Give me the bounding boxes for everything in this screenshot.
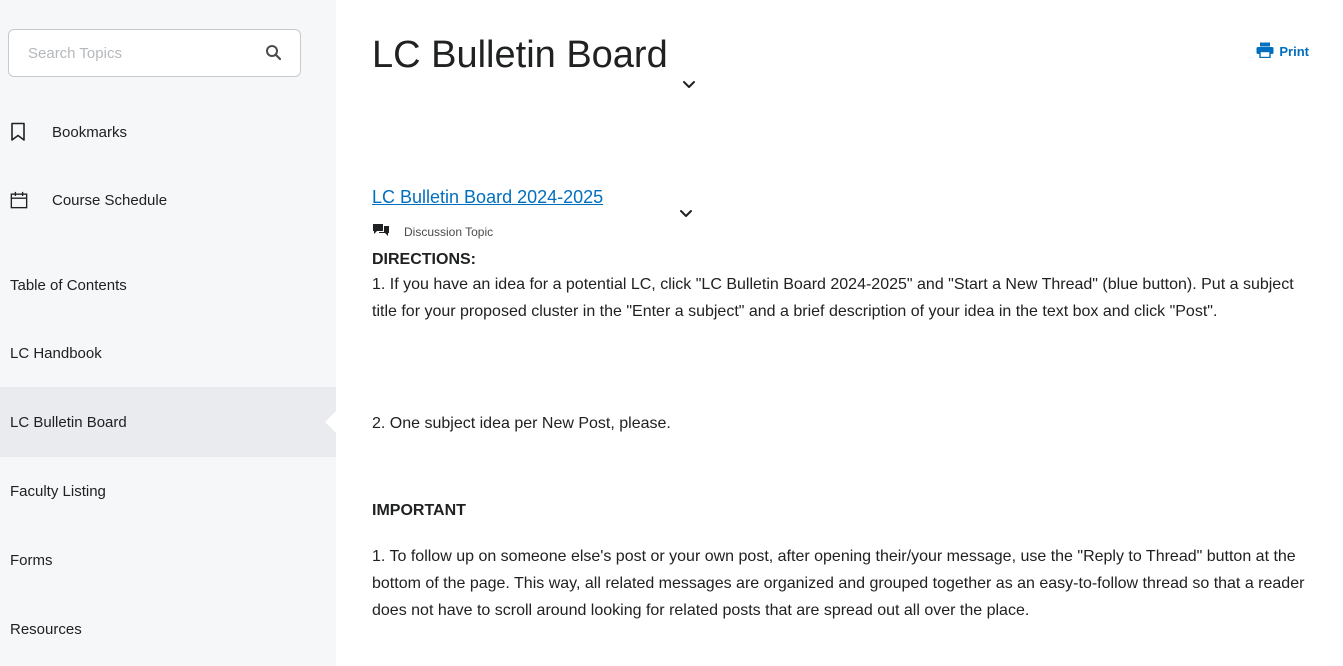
app-window: Bookmarks Course Schedule Table of Conte… [0, 0, 1343, 666]
topic-link[interactable]: LC Bulletin Board 2024-2025 [372, 187, 603, 208]
sidebar-item-label: Forms [10, 551, 53, 569]
sidebar-item-forms[interactable]: Forms [0, 525, 336, 595]
print-label: Print [1279, 44, 1309, 59]
direction-1: 1. If you have an idea for a potential L… [372, 276, 1294, 320]
important-1: 1. To follow up on someone else's post o… [372, 548, 1305, 619]
page-title: LC Bulletin Board [372, 34, 696, 88]
sidebar-item-resources[interactable]: Resources [0, 594, 336, 664]
sidebar-item-lc-bulletin-board[interactable]: LC Bulletin Board [0, 387, 337, 457]
topic-type: Discussion Topic [372, 222, 493, 241]
search-box [8, 29, 301, 77]
search-input[interactable] [28, 44, 248, 62]
sidebar-item-label: Course Schedule [52, 191, 168, 209]
page-title-text: LC Bulletin Board [372, 34, 668, 76]
calendar-icon [10, 190, 28, 210]
sidebar-item-table-of-contents[interactable]: Table of Contents [0, 250, 336, 320]
print-button[interactable]: Print [1256, 42, 1309, 61]
topic-description: DIRECTIONS: 1. If you have an idea for a… [372, 246, 1322, 619]
topic-type-label: Discussion Topic [404, 224, 494, 239]
chevron-down-icon[interactable] [679, 206, 693, 217]
chevron-down-icon[interactable] [682, 57, 696, 88]
sidebar-item-lc-handbook[interactable]: LC Handbook [0, 318, 336, 388]
sidebar-item-faculty-listing[interactable]: Faculty Listing [0, 456, 336, 526]
sidebar-item-label: LC Bulletin Board [10, 413, 127, 431]
search-icon[interactable] [264, 43, 284, 63]
main-content: LC Bulletin Board Print LC Bulletin Boar… [336, 0, 1343, 666]
sidebar-item-bookmarks[interactable]: Bookmarks [0, 97, 336, 167]
sidebar-item-label: Table of Contents [10, 276, 127, 294]
discussion-icon [372, 222, 404, 241]
direction-2: 2. One subject idea per New Post, please… [372, 415, 671, 432]
important-heading: IMPORTANT [372, 502, 466, 519]
sidebar-item-label: Bookmarks [52, 123, 128, 141]
sidebar: Bookmarks Course Schedule Table of Conte… [0, 0, 337, 666]
bookmark-icon [10, 122, 28, 142]
directions-heading: DIRECTIONS: [372, 251, 476, 268]
sidebar-item-label: Faculty Listing [10, 482, 106, 500]
printer-icon [1256, 42, 1279, 61]
sidebar-item-label: Resources [10, 620, 82, 638]
sidebar-item-course-schedule[interactable]: Course Schedule [0, 165, 336, 235]
sidebar-item-label: LC Handbook [10, 344, 102, 362]
